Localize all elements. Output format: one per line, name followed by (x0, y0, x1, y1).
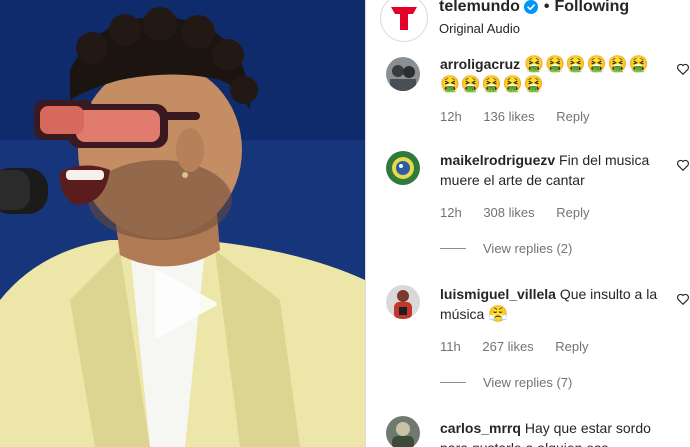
comment-meta: 12h 136 likes Reply (440, 109, 608, 124)
video-frame (0, 0, 365, 447)
comment-username[interactable]: arroligacruz (440, 56, 520, 72)
view-replies-label: View replies (7) (483, 375, 573, 390)
commenter-avatar[interactable] (386, 151, 420, 185)
comment-text: carlos_mrrq Hay que estar sordo para gus… (440, 418, 668, 447)
comment-meta: 11h 267 likes Reply (440, 339, 607, 354)
comment-meta: 12h 308 likes Reply (440, 205, 608, 220)
comment-time: 12h (440, 205, 462, 220)
heart-outline-icon[interactable] (676, 62, 690, 76)
account-row: telemundo • Following (439, 0, 629, 16)
comment-text: luismiguel_villela Que insulto a la músi… (440, 284, 668, 324)
comment-emoji: 😤 (488, 304, 510, 323)
comment-username[interactable]: carlos_mrrq (440, 420, 521, 436)
telemundo-logo (384, 0, 424, 38)
comment-likes[interactable]: 308 likes (483, 205, 534, 220)
commenter-avatar[interactable] (386, 416, 420, 447)
replies-line (440, 248, 466, 249)
commenter-avatar[interactable] (386, 285, 420, 319)
comment-text: maikelrodriguezv Fin del musica muere el… (440, 150, 668, 190)
reply-button[interactable]: Reply (556, 205, 589, 220)
heart-outline-icon[interactable] (676, 292, 690, 306)
verified-badge-icon (523, 0, 538, 14)
play-icon (155, 270, 217, 338)
view-replies-label: View replies (2) (483, 241, 573, 256)
post-header: telemundo • Following Original Audio (366, 0, 690, 48)
comment-username[interactable]: maikelrodriguezv (440, 152, 555, 168)
view-replies-button[interactable]: View replies (7) (440, 375, 572, 390)
commenter-avatar[interactable] (386, 57, 420, 91)
view-replies-button[interactable]: View replies (2) (440, 241, 572, 256)
comment-time: 12h (440, 109, 462, 124)
account-avatar[interactable] (380, 0, 428, 42)
reply-button[interactable]: Reply (556, 109, 589, 124)
reel-video[interactable] (0, 0, 365, 447)
comment-likes[interactable]: 136 likes (483, 109, 534, 124)
comment-time: 11h (440, 339, 461, 354)
reply-button[interactable]: Reply (555, 339, 588, 354)
comment-likes[interactable]: 267 likes (482, 339, 533, 354)
account-name[interactable]: telemundo (439, 0, 520, 16)
heart-outline-icon[interactable] (676, 158, 690, 172)
comment-username[interactable]: luismiguel_villela (440, 286, 556, 302)
play-button[interactable] (149, 268, 221, 340)
replies-line (440, 382, 466, 383)
telemundo-t-icon (391, 7, 417, 30)
separator-dot: • (543, 0, 550, 15)
comment-text: arroligacruz 🤮🤮🤮🤮🤮🤮🤮🤮🤮🤮🤮 (440, 54, 668, 94)
original-audio-link[interactable]: Original Audio (439, 21, 520, 36)
comments-list: arroligacruz 🤮🤮🤮🤮🤮🤮🤮🤮🤮🤮🤮 12h 136 likes R… (366, 48, 690, 447)
following-button[interactable]: Following (555, 0, 630, 16)
